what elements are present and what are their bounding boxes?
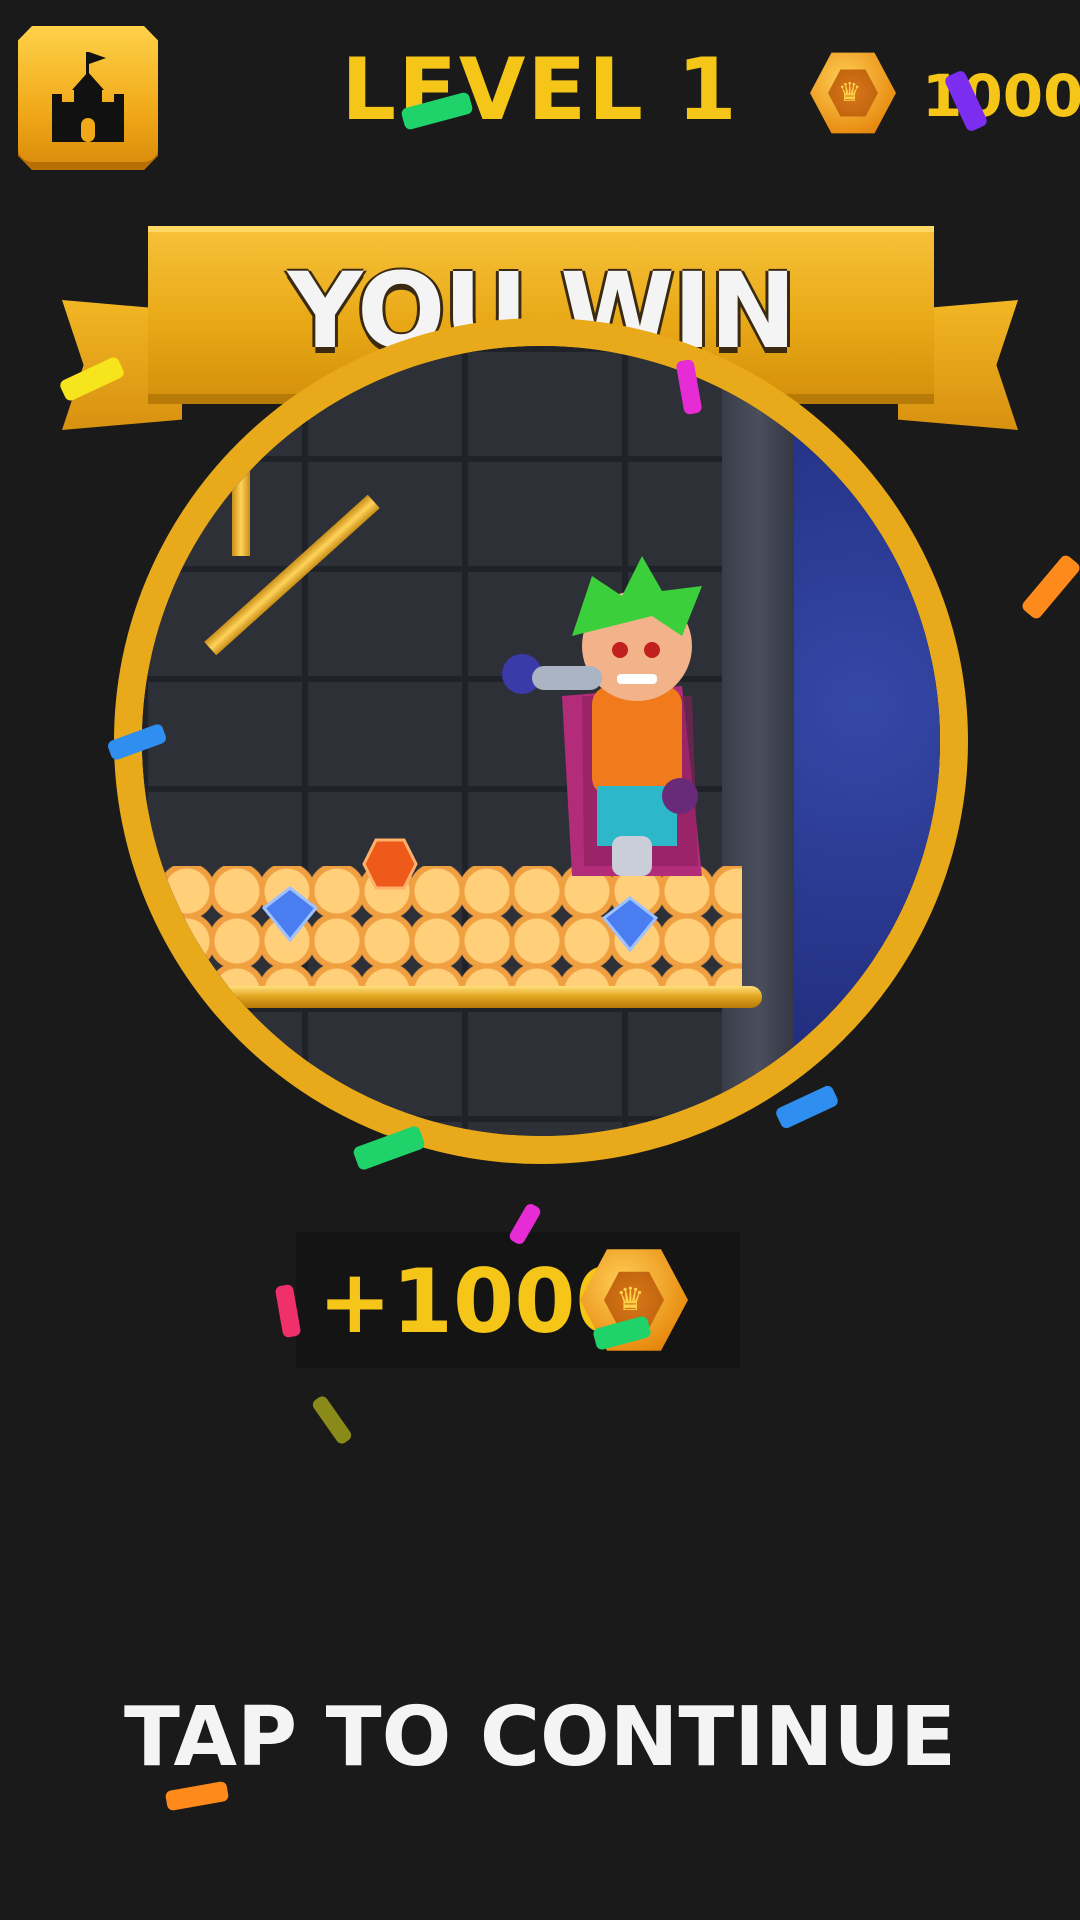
blue-gem-icon — [262, 886, 318, 942]
coin-balance-value: 1000 — [922, 62, 1080, 130]
stone-pillar — [722, 366, 794, 1136]
confetti-piece — [310, 1394, 354, 1446]
gold-pin-vertical — [232, 406, 250, 556]
night-sky — [782, 346, 940, 1136]
coin-balance: ♛ 1000 — [810, 44, 1080, 148]
blue-gem-icon — [602, 896, 658, 952]
tap-to-continue-button[interactable]: TAP TO CONTINUE — [0, 1690, 1080, 1785]
red-gem-icon — [362, 838, 418, 890]
hero-character — [502, 556, 702, 876]
level-scene — [114, 318, 968, 1164]
crown-coin-icon: ♛ — [810, 50, 896, 136]
confetti-piece — [1020, 553, 1080, 621]
confetti-piece — [164, 1780, 230, 1812]
gold-shelf-pin — [192, 986, 762, 1008]
